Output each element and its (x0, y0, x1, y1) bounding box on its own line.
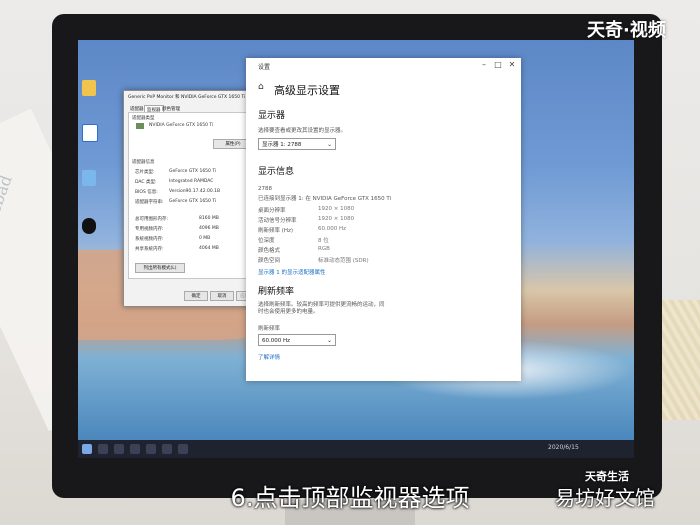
memory-value: 0 MB (199, 236, 211, 241)
list-all-modes-button[interactable]: 列出所有模式(L) (135, 263, 185, 273)
folder-icon[interactable] (82, 80, 96, 96)
info-row-value: 标准动态范围 (SDR) (318, 258, 369, 264)
memory-label: 专用视频内存: (135, 227, 164, 232)
window-title: 设置 (258, 64, 271, 71)
system-tray-clock[interactable]: 2020/6/15 (548, 444, 628, 454)
document-icon[interactable] (82, 124, 98, 142)
computer-icon[interactable] (82, 170, 96, 186)
info-label: DAC 类型: (135, 180, 157, 185)
home-icon[interactable]: ⌂ (258, 82, 264, 92)
info-row-label: 刷新频率 (Hz) (258, 228, 294, 234)
display-select-value: 显示器 1: 2788 (262, 142, 302, 148)
memory-value: 8160 MB (199, 216, 219, 221)
adapter-name: NVIDIA GeForce GTX 1650 Ti (149, 123, 214, 128)
search-icon[interactable] (98, 444, 108, 454)
refresh-label: 刷新频率 (258, 326, 281, 332)
site-watermark: 易坊好文馆 (555, 486, 655, 510)
close-icon[interactable]: ✕ (506, 60, 518, 70)
connected-to-text: 已连接到显示器 1: 在 NVIDIA GeForce GTX 1650 Ti (258, 196, 392, 202)
memory-label: 系统视频内存: (135, 237, 164, 242)
dialog-tab-panel: 适配器类型 NVIDIA GeForce GTX 1650 Ti 属性(P) 适… (128, 112, 260, 279)
dialog-title: Generic PnP Monitor 和 NVIDIA GeForce GTX… (128, 95, 256, 100)
choose-display-text: 选择要查看或更改其设置的显示器。 (258, 128, 347, 134)
info-value: GeForce GTX 1650 Ti (169, 169, 217, 174)
app-icon[interactable] (146, 444, 156, 454)
info-value: Version90.17.42.00.1B (169, 189, 221, 194)
app-icon[interactable] (178, 444, 188, 454)
display-info-heading: 显示信息 (258, 167, 295, 177)
ok-button[interactable]: 确定 (184, 291, 208, 301)
minimize-icon[interactable]: – (478, 60, 490, 70)
info-row-label: 位深度 (258, 238, 275, 244)
taskbar: 2020/6/15 (78, 440, 634, 458)
display-properties-dialog: Generic PnP Monitor 和 NVIDIA GeForce GTX… (123, 90, 265, 307)
info-row-value: RGB (318, 246, 330, 252)
info-row-value: 1920 × 1080 (318, 206, 355, 212)
gpu-card-icon (136, 123, 144, 129)
info-row-value: 60.000 Hz (318, 226, 347, 232)
app-icon[interactable] (162, 444, 172, 454)
info-value: GeForce GTX 1650 Ti (169, 199, 217, 204)
info-row-label: 活动信号分辨率 (258, 218, 297, 224)
memory-label: 总可用图形内存: (135, 217, 169, 222)
adapter-type-group: 适配器类型 (132, 116, 155, 121)
info-row-value: 1920 × 1080 (318, 216, 355, 222)
chevron-down-icon: ⌄ (326, 141, 332, 148)
app-icon[interactable] (130, 444, 140, 454)
refresh-description: 选择刷新频率。较高的频率可提供更流畅的运动，同时也会使用更多的电量。 (258, 302, 385, 315)
refresh-rate-select[interactable]: 60.000 Hz ⌄ (258, 334, 336, 346)
learn-more-link[interactable]: 了解详情 (258, 353, 280, 361)
qq-penguin-icon[interactable] (82, 218, 96, 234)
info-row-label: 颜色空间 (258, 258, 281, 264)
info-value: Integrated RAMDAC (169, 179, 214, 184)
info-row-label: 桌面分辨率 (258, 208, 286, 214)
info-label: 芯片类型: (135, 170, 155, 175)
maximize-icon[interactable]: □ (492, 60, 504, 70)
memory-value: 4064 MB (199, 246, 219, 251)
chevron-down-icon: ⌄ (326, 337, 332, 344)
task-view-icon[interactable] (114, 444, 124, 454)
page-title: 高级显示设置 (274, 84, 340, 97)
refresh-rate-value: 60.000 Hz (262, 338, 291, 344)
adapter-info-group: 适配器信息 (132, 160, 155, 165)
desktop-screen: Generic PnP Monitor 和 NVIDIA GeForce GTX… (78, 40, 634, 458)
display-name: 2788 (258, 186, 272, 192)
refresh-section-heading: 刷新频率 (258, 287, 295, 297)
display-section-heading: 显示器 (258, 111, 286, 121)
windows-start-icon[interactable] (82, 444, 92, 454)
display-select[interactable]: 显示器 1: 2788 ⌄ (258, 138, 336, 150)
info-label: 适配器字符串: (135, 200, 164, 205)
memory-value: 4096 MB (199, 226, 219, 231)
info-label: BIOS 信息: (135, 190, 158, 195)
brand-watermark: 天奇·视频 (587, 20, 666, 41)
settings-window: 设置 – □ ✕ ⌂ 高级显示设置 显示器 选择要查看或更改其设置的显示器。 显… (246, 58, 521, 381)
cancel-button[interactable]: 取消 (210, 291, 234, 301)
info-row-value: 8 位 (318, 238, 329, 244)
adapter-properties-link[interactable]: 显示器 1 的显示适配器属性 (258, 268, 326, 276)
memory-label: 共享系统内存: (135, 247, 164, 252)
info-row-label: 颜色格式 (258, 248, 281, 254)
